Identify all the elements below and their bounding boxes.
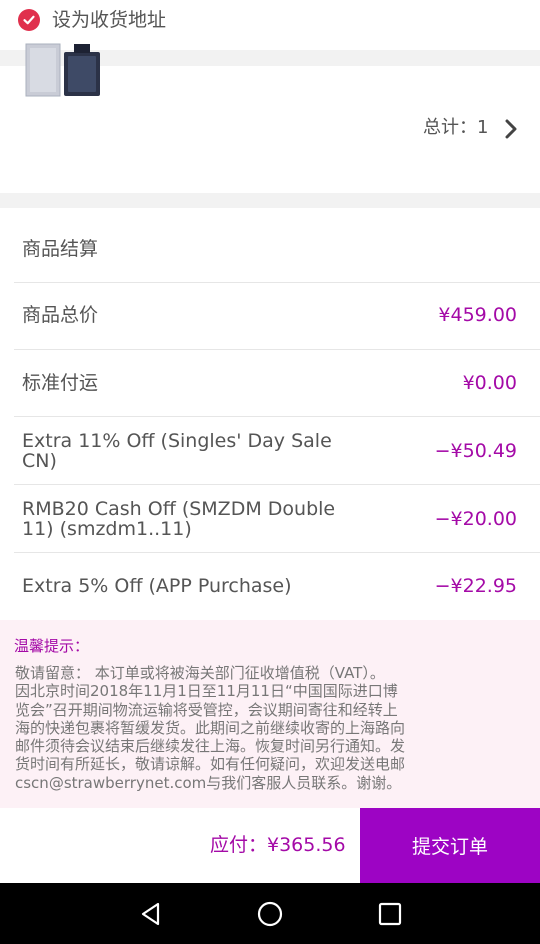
- back-triangle-icon[interactable]: [138, 901, 164, 927]
- chevron-right-icon[interactable]: [502, 118, 522, 140]
- row-label: RMB20 Cash Off (SMZDM Double 11) (smzdm1…: [22, 498, 336, 540]
- row-value: ¥0.00: [462, 372, 517, 394]
- system-navigation-bar: [0, 883, 540, 944]
- settlement-row: 标准付运 ¥0.00: [14, 349, 540, 417]
- notice-title: 温馨提示：: [14, 637, 90, 655]
- settlement-title: 商品结算: [22, 238, 99, 260]
- settlement-row: Extra 11% Off (Singles' Day Sale CN) −¥5…: [14, 416, 540, 485]
- row-value: −¥20.00: [434, 508, 517, 530]
- row-label: Extra 5% Off (APP Purchase): [22, 575, 292, 597]
- submit-order-button[interactable]: 提交订单: [360, 808, 540, 883]
- row-label: Extra 11% Off (Singles' Day Sale CN): [22, 430, 332, 472]
- set-default-address-label: 设为收货地址: [52, 9, 167, 31]
- section-divider: [0, 193, 540, 208]
- row-label: 标准付运: [22, 372, 99, 394]
- amount-payable: 应付：¥365.56: [210, 834, 346, 856]
- row-label: 商品总价: [22, 304, 99, 326]
- settlement-row: Extra 5% Off (APP Purchase) −¥22.95: [14, 552, 540, 621]
- row-value: −¥22.95: [434, 575, 517, 597]
- row-value: −¥50.49: [434, 440, 517, 462]
- product-total-count: 总计：1: [423, 117, 489, 138]
- settlement-row: 商品总价 ¥459.00: [14, 282, 540, 350]
- recents-square-icon[interactable]: [378, 902, 402, 926]
- checkbox-checked-icon[interactable]: [18, 9, 40, 31]
- home-circle-icon[interactable]: [256, 900, 284, 928]
- row-value: ¥459.00: [438, 304, 517, 326]
- notice-text: 敬请留意： 本订单或将被海关部门征收增值税（VAT）。 因北京时间2018年11…: [15, 664, 406, 792]
- settlement-row: RMB20 Cash Off (SMZDM Double 11) (smzdm1…: [14, 484, 540, 553]
- perfume-bottle-icon: [24, 42, 104, 98]
